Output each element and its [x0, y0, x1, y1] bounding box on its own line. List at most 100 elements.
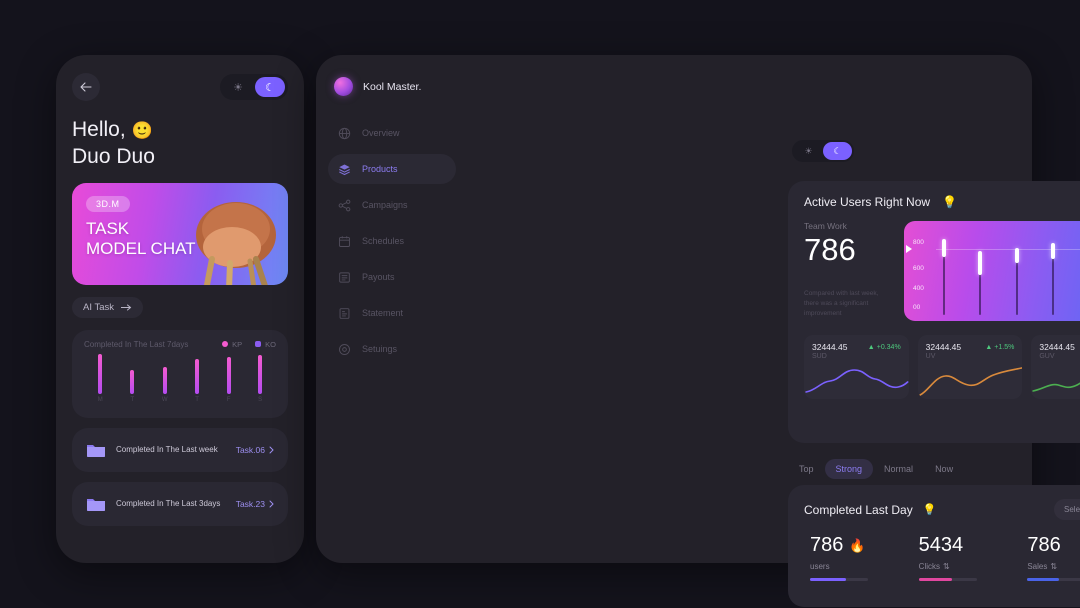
stat-label: Sales ⇅	[1027, 562, 1080, 571]
stat-number: 5434	[918, 534, 964, 556]
completed-last-day-title: Completed Last Day	[804, 502, 913, 517]
tab-top[interactable]: Top	[788, 459, 825, 479]
weekly-chart-legend: KP KO	[222, 340, 276, 349]
weekly-chart-title: Completed In The Last 7days	[84, 339, 189, 349]
document-icon	[339, 307, 350, 319]
weekly-chart-card: Completed In The Last 7days KP KO M T W …	[72, 329, 288, 418]
chart-y-axis: 800 600 400 00	[913, 221, 939, 321]
mini-stat-card[interactable]: 32444.45 ▲ +1.5% UV	[917, 335, 1023, 399]
dashboard-panel: Kool Master. Overview Products Campaigns…	[316, 55, 1080, 607]
stat-label-text: Sales	[1027, 562, 1048, 571]
sun-icon[interactable]: ☀	[223, 77, 253, 97]
mini-stat-top: 32444.45 ▲ +1.5%	[1039, 342, 1080, 352]
mini-stat-card[interactable]: 32444.45 ▲ +1.5% GUV	[1031, 335, 1080, 399]
active-users-header: Active Users Right Now 💡 Advanced	[788, 181, 1080, 209]
mini-stat-value: 32444.45	[1039, 342, 1075, 352]
active-users-bar-chart: 800 600 400 00	[904, 221, 1080, 321]
moon-icon[interactable]: ☾	[823, 142, 852, 160]
tab-normal[interactable]: Normal	[873, 459, 924, 479]
legend-dot-kp	[222, 341, 229, 348]
legend-item-kp: KP	[222, 340, 242, 349]
mini-stat-cards: 32444.45 ▲ +0.34% SUD 32444.45 ▲ +1.5% U…	[788, 321, 1080, 399]
mini-stat-card[interactable]: 32444.45 ▲ +0.34% SUD	[804, 335, 909, 399]
stat-value: 5434	[919, 534, 1028, 557]
stat-number: 786	[810, 534, 844, 556]
legend-item-ko: KO	[255, 340, 276, 349]
completed-last-day-header: Completed Last Day 💡 Select	[788, 485, 1080, 520]
sun-icon[interactable]: ☀	[794, 142, 823, 160]
completed-last-day-select[interactable]: Select	[1054, 499, 1080, 520]
sidebar-item-statement[interactable]: Statement	[328, 298, 456, 328]
chart-bar	[942, 221, 946, 321]
sort-icon[interactable]: ⇅	[943, 562, 950, 571]
moon-icon[interactable]: ☾	[255, 77, 285, 97]
weekly-bar-col: T	[195, 358, 200, 403]
brand-logo-icon	[334, 77, 353, 96]
up-arrow-icon: ▲	[985, 343, 993, 351]
stat-users: 786 🔥 users	[810, 534, 919, 581]
mini-stat-value: 32444.45	[925, 342, 962, 352]
mini-stat-sub: GUV	[1039, 353, 1055, 360]
active-users-title: Active Users Right Now	[804, 195, 931, 209]
sidebar-item-campaigns[interactable]: Campaigns	[328, 190, 456, 220]
folder-icon	[87, 444, 105, 457]
greeting-line-2: Duo Duo	[72, 144, 155, 168]
dashboard-theme-toggle[interactable]: ☀ ☾	[792, 140, 854, 162]
sidebar-item-products[interactable]: Products	[328, 154, 456, 184]
list-item-task[interactable]: Task.06	[236, 445, 274, 455]
greeting: Hello, 🙂 Duo Duo	[72, 117, 288, 171]
sidebar-item-payouts[interactable]: Payouts	[328, 262, 456, 292]
weekly-bar-label: T	[130, 396, 135, 403]
sidebar-item-label: Products	[362, 164, 398, 174]
bulb-icon: 💡	[942, 195, 957, 209]
stat-label: users	[810, 562, 919, 571]
y-tick: 600	[913, 265, 924, 272]
list-item[interactable]: Completed In The Last week Task.06	[72, 427, 288, 472]
stat-clicks: 5434 Clicks ⇅	[918, 534, 1028, 581]
ai-task-chip[interactable]: AI Task	[72, 296, 143, 318]
mini-stat-sub: UV	[925, 353, 936, 360]
greeting-line-1: Hello,	[72, 118, 126, 141]
sidebar-item-setuings[interactable]: Setuings	[328, 334, 456, 364]
up-arrow-icon: ▲	[867, 343, 875, 351]
phone-theme-toggle[interactable]: ☀ ☾	[220, 74, 288, 100]
smile-emoji-icon: 🙂	[131, 121, 153, 140]
list-item-label: Completed In The Last week	[116, 445, 218, 455]
arrow-left-icon	[80, 82, 92, 92]
mini-stat-value: 32444.45	[812, 342, 848, 352]
sidebar-item-label: Setuings	[362, 344, 398, 354]
chevron-right-icon	[269, 500, 274, 508]
sidebar-item-label: Schedules	[362, 236, 405, 246]
mini-sparkline	[805, 369, 909, 393]
chart-bars	[942, 221, 1080, 321]
chart-pointer-icon	[906, 245, 912, 253]
mini-stat-change-label: +0.34%	[876, 343, 901, 351]
y-tick: 00	[913, 304, 921, 311]
back-button[interactable]	[72, 73, 100, 101]
mini-stat-change-label: +1.5%	[994, 343, 1015, 351]
y-tick: 400	[913, 285, 924, 292]
weekly-bar-col: M	[97, 353, 103, 403]
y-tick: 800	[913, 239, 924, 246]
list-item[interactable]: Completed In The Last 3days Task.23	[72, 481, 288, 526]
sidebar: Kool Master. Overview Products Campaigns…	[316, 55, 468, 563]
ai-task-label: AI Task	[83, 301, 114, 313]
sidebar-item-label: Campaigns	[362, 200, 408, 210]
sidebar-item-label: Statement	[362, 308, 404, 318]
legend-label-ko: KO	[265, 339, 276, 349]
sort-icon[interactable]: ⇅	[1050, 562, 1057, 571]
sidebar-item-overview[interactable]: Overview	[328, 118, 456, 148]
tab-strong[interactable]: Strong	[824, 459, 874, 479]
sidebar-item-schedules[interactable]: Schedules	[328, 226, 456, 256]
tab-now[interactable]: Now	[924, 459, 964, 479]
weekly-bar-label: M	[97, 396, 103, 403]
share-icon	[338, 199, 351, 211]
mini-stat-top: 32444.45 ▲ +1.5%	[926, 342, 1015, 352]
hero-banner[interactable]: 3D.M TASK MODEL CHAT	[72, 182, 288, 285]
active-users-body: Team Work 786 Compared with last week, t…	[788, 209, 1080, 321]
list-item-task[interactable]: Task.23	[236, 499, 274, 509]
list-item-task-label: Task.23	[235, 498, 265, 509]
mini-sparkline	[918, 367, 1023, 396]
active-users-card: Active Users Right Now 💡 Advanced Team W…	[788, 181, 1080, 443]
stat-progress-bar	[1027, 578, 1080, 581]
